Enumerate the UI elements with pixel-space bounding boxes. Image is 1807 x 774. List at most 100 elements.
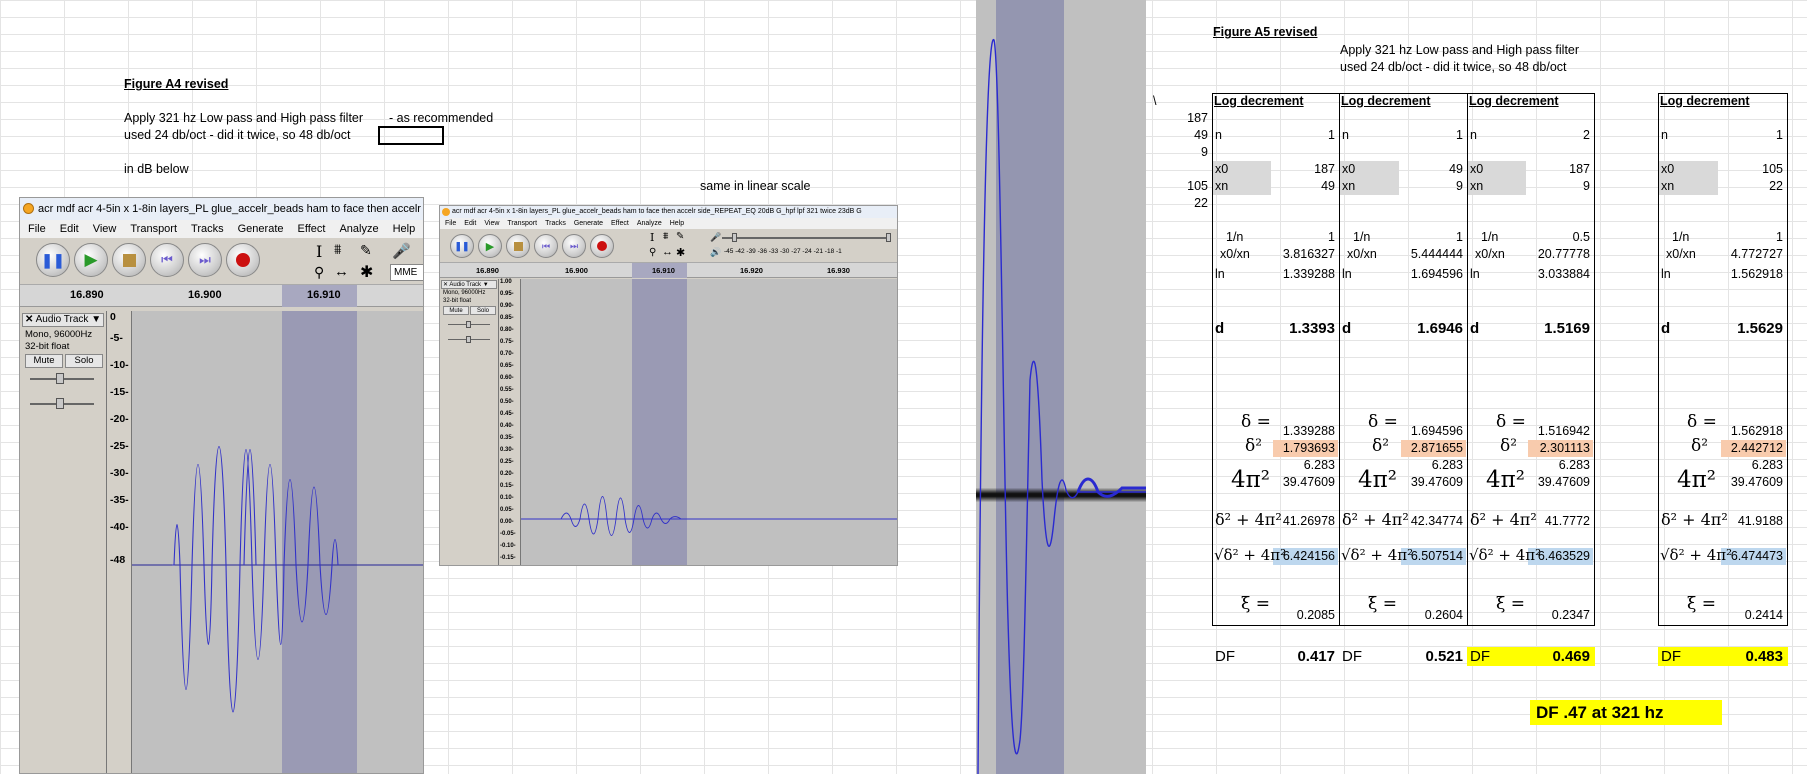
output-level-handle[interactable] (886, 233, 891, 242)
waveform-plot-linear[interactable] (521, 279, 897, 565)
ruler-tick: 16.910 (307, 289, 341, 301)
zoom-tool-icon[interactable]: ⚲ (649, 247, 656, 258)
draw-tool-icon[interactable]: ✎ (676, 231, 684, 242)
skip-end-button[interactable]: ⏭ (562, 234, 586, 258)
input-level-handle[interactable] (732, 233, 737, 242)
sqrt-value: 6.507514 (1410, 549, 1463, 563)
selection-tool-icon[interactable]: I (650, 231, 654, 244)
df-value: 0.521 (1425, 648, 1463, 665)
track-name-menu[interactable]: ✕ Audio Track ▼ (441, 280, 497, 289)
audacity-titlebar[interactable]: acr mdf acr 4-5in x 1-8in layers_PL glue… (440, 206, 897, 218)
menu-transport[interactable]: Transport (507, 218, 537, 229)
db-tick: -40- (110, 521, 129, 533)
play-button[interactable]: ▶ (478, 234, 502, 258)
solo-button[interactable]: Solo (65, 354, 103, 368)
table-header: Log decrement (1341, 94, 1431, 108)
timeshift-tool-icon[interactable]: ↔ (662, 246, 673, 258)
menu-view[interactable]: View (484, 218, 499, 229)
solo-button[interactable]: Solo (470, 306, 496, 315)
mute-button[interactable]: Mute (443, 306, 469, 315)
close-icon[interactable]: ✕ (25, 314, 33, 325)
pan-slider-handle[interactable] (466, 336, 471, 343)
fig-a4-note-db: in dB below (124, 162, 189, 176)
audacity-titlebar[interactable]: acr mdf acr 4-5in x 1-8in layers_PL glue… (20, 198, 423, 220)
record-button[interactable] (590, 234, 614, 258)
delta-value: 1.516942 (1537, 424, 1590, 438)
db-scale: 0 -5- -10- -15- -20- -25- -30- -35- -40-… (107, 311, 132, 773)
menu-edit[interactable]: Edit (60, 220, 79, 238)
linear-tick: 0.85- (500, 315, 514, 321)
menu-bar[interactable]: File Edit View Transport Tracks Generate Effec… (440, 218, 897, 229)
timeline-ruler[interactable]: 16.890 16.900 16.910 (20, 285, 423, 307)
multi-tool-icon[interactable]: ✱ (676, 246, 685, 259)
table-header: Log decrement (1214, 94, 1304, 108)
timeline-ruler[interactable]: 16.890 16.900 16.910 16.920 16.930 (440, 263, 897, 278)
meter-ticks: -45 -42 -39 -36 -33 -30 -27 -24 -21 -18 … (724, 248, 842, 255)
menu-analyze[interactable]: Analyze (637, 218, 662, 229)
zoomed-waveform-panel (976, 0, 1146, 774)
host-select[interactable]: MME (390, 264, 423, 281)
menu-generate[interactable]: Generate (238, 220, 284, 238)
db-tick: -20- (110, 413, 129, 425)
multi-tool-icon[interactable]: ✱ (360, 262, 373, 282)
value-cell: 105 (1187, 179, 1208, 193)
d-value: 1.3393 (1289, 320, 1335, 337)
pan-slider-handle[interactable] (56, 398, 64, 409)
waveform-plot-db[interactable] (132, 311, 423, 773)
skip-end-button[interactable]: ⏭ (188, 243, 222, 277)
fig-a4-line2: used 24 db/oct - did it twice, so 48 db/… (124, 128, 351, 142)
menu-file[interactable]: File (445, 218, 456, 229)
menu-generate[interactable]: Generate (574, 218, 603, 229)
stop-button[interactable] (112, 243, 146, 277)
zoom-tool-icon[interactable]: ⚲ (314, 264, 324, 281)
play-button[interactable]: ▶ (74, 243, 108, 277)
skip-start-button[interactable]: ⏮ (150, 243, 184, 277)
menu-file[interactable]: File (28, 220, 46, 238)
menu-tracks[interactable]: Tracks (191, 220, 224, 238)
chevron-down-icon: ▼ (91, 314, 102, 325)
mute-button[interactable]: Mute (25, 354, 63, 368)
menu-effect[interactable]: Effect (611, 218, 629, 229)
linear-tick: 0.60- (500, 375, 514, 381)
menu-analyze[interactable]: Analyze (339, 220, 378, 238)
value-cell: 22 (1194, 196, 1208, 210)
sum-value: 41.9188 (1737, 514, 1783, 528)
d-value: 1.5169 (1544, 320, 1590, 337)
close-icon[interactable]: ✕ (443, 282, 448, 288)
xi-value: 0.2604 (1424, 608, 1463, 622)
record-button[interactable] (226, 243, 260, 277)
sum-value: 42.34774 (1410, 514, 1463, 528)
stop-button[interactable] (506, 234, 530, 258)
menu-effect[interactable]: Effect (298, 220, 326, 238)
audacity-window-linear[interactable]: acr mdf acr 4-5in x 1-8in layers_PL glue… (439, 205, 898, 566)
menu-help[interactable]: Help (393, 220, 416, 238)
menu-view[interactable]: View (93, 220, 117, 238)
sqrt-value: 6.424156 (1282, 549, 1335, 563)
db-tick: 0 (110, 311, 116, 323)
selected-cell[interactable] (378, 126, 444, 145)
audacity-window-db[interactable]: acr mdf acr 4-5in x 1-8in layers_PL glue… (19, 197, 424, 774)
menu-help[interactable]: Help (670, 218, 684, 229)
sum-value: 41.7772 (1544, 514, 1590, 528)
timeshift-tool-icon[interactable]: ↔ (334, 263, 349, 280)
selection-tool-icon[interactable]: I (316, 242, 322, 261)
skip-start-button[interactable]: ⏮ (534, 234, 558, 258)
pause-button[interactable]: ❚❚ (36, 243, 70, 277)
menu-edit[interactable]: Edit (464, 218, 476, 229)
sqrt-value: 6.474473 (1730, 549, 1783, 563)
ruler-tick: 16.890 (70, 289, 104, 301)
linear-tick: 0.35- (500, 435, 514, 441)
menu-transport[interactable]: Transport (130, 220, 177, 238)
menu-tracks[interactable]: Tracks (545, 218, 566, 229)
gain-slider-handle[interactable] (466, 321, 471, 328)
pause-icon: ❚❚ (454, 240, 470, 251)
pause-button[interactable]: ❚❚ (450, 234, 474, 258)
ratio-value: 4.772727 (1730, 247, 1783, 261)
ratio-value: 3.816327 (1282, 247, 1335, 261)
track-name-menu[interactable]: ✕ Audio Track ▼ (22, 313, 104, 327)
envelope-tool-icon[interactable]: ⩩ (334, 241, 341, 258)
envelope-tool-icon[interactable]: ⩩ (663, 231, 668, 242)
menu-bar[interactable]: File Edit View Transport Tracks Generate Effec… (20, 220, 423, 238)
draw-tool-icon[interactable]: ✎ (360, 242, 372, 259)
gain-slider-handle[interactable] (56, 373, 64, 384)
